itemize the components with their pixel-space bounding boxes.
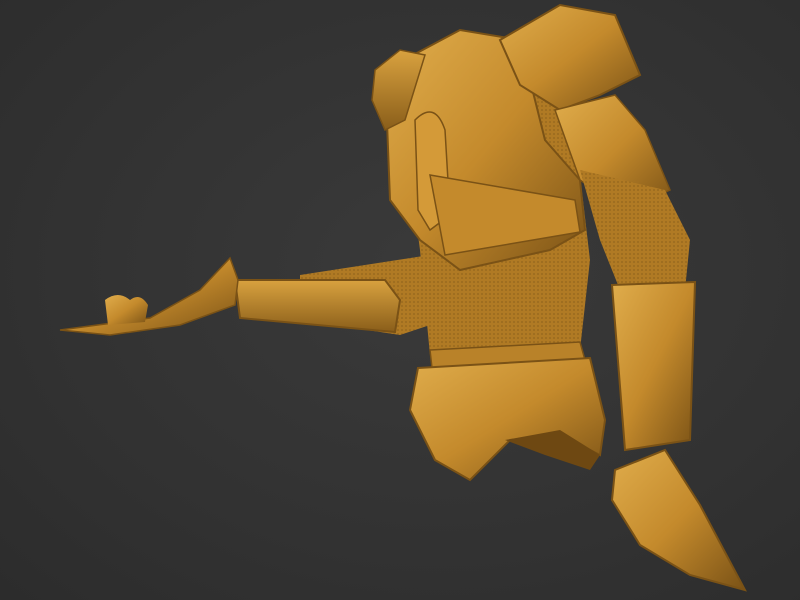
right-gauntlet xyxy=(610,448,747,592)
viewport xyxy=(0,0,800,600)
left-bracer xyxy=(233,279,402,334)
left-fingers xyxy=(105,295,148,325)
right-vambrace xyxy=(610,280,697,452)
armor-render xyxy=(59,3,747,592)
right-arm-mail xyxy=(580,170,690,290)
left-gauntlet xyxy=(59,256,239,336)
